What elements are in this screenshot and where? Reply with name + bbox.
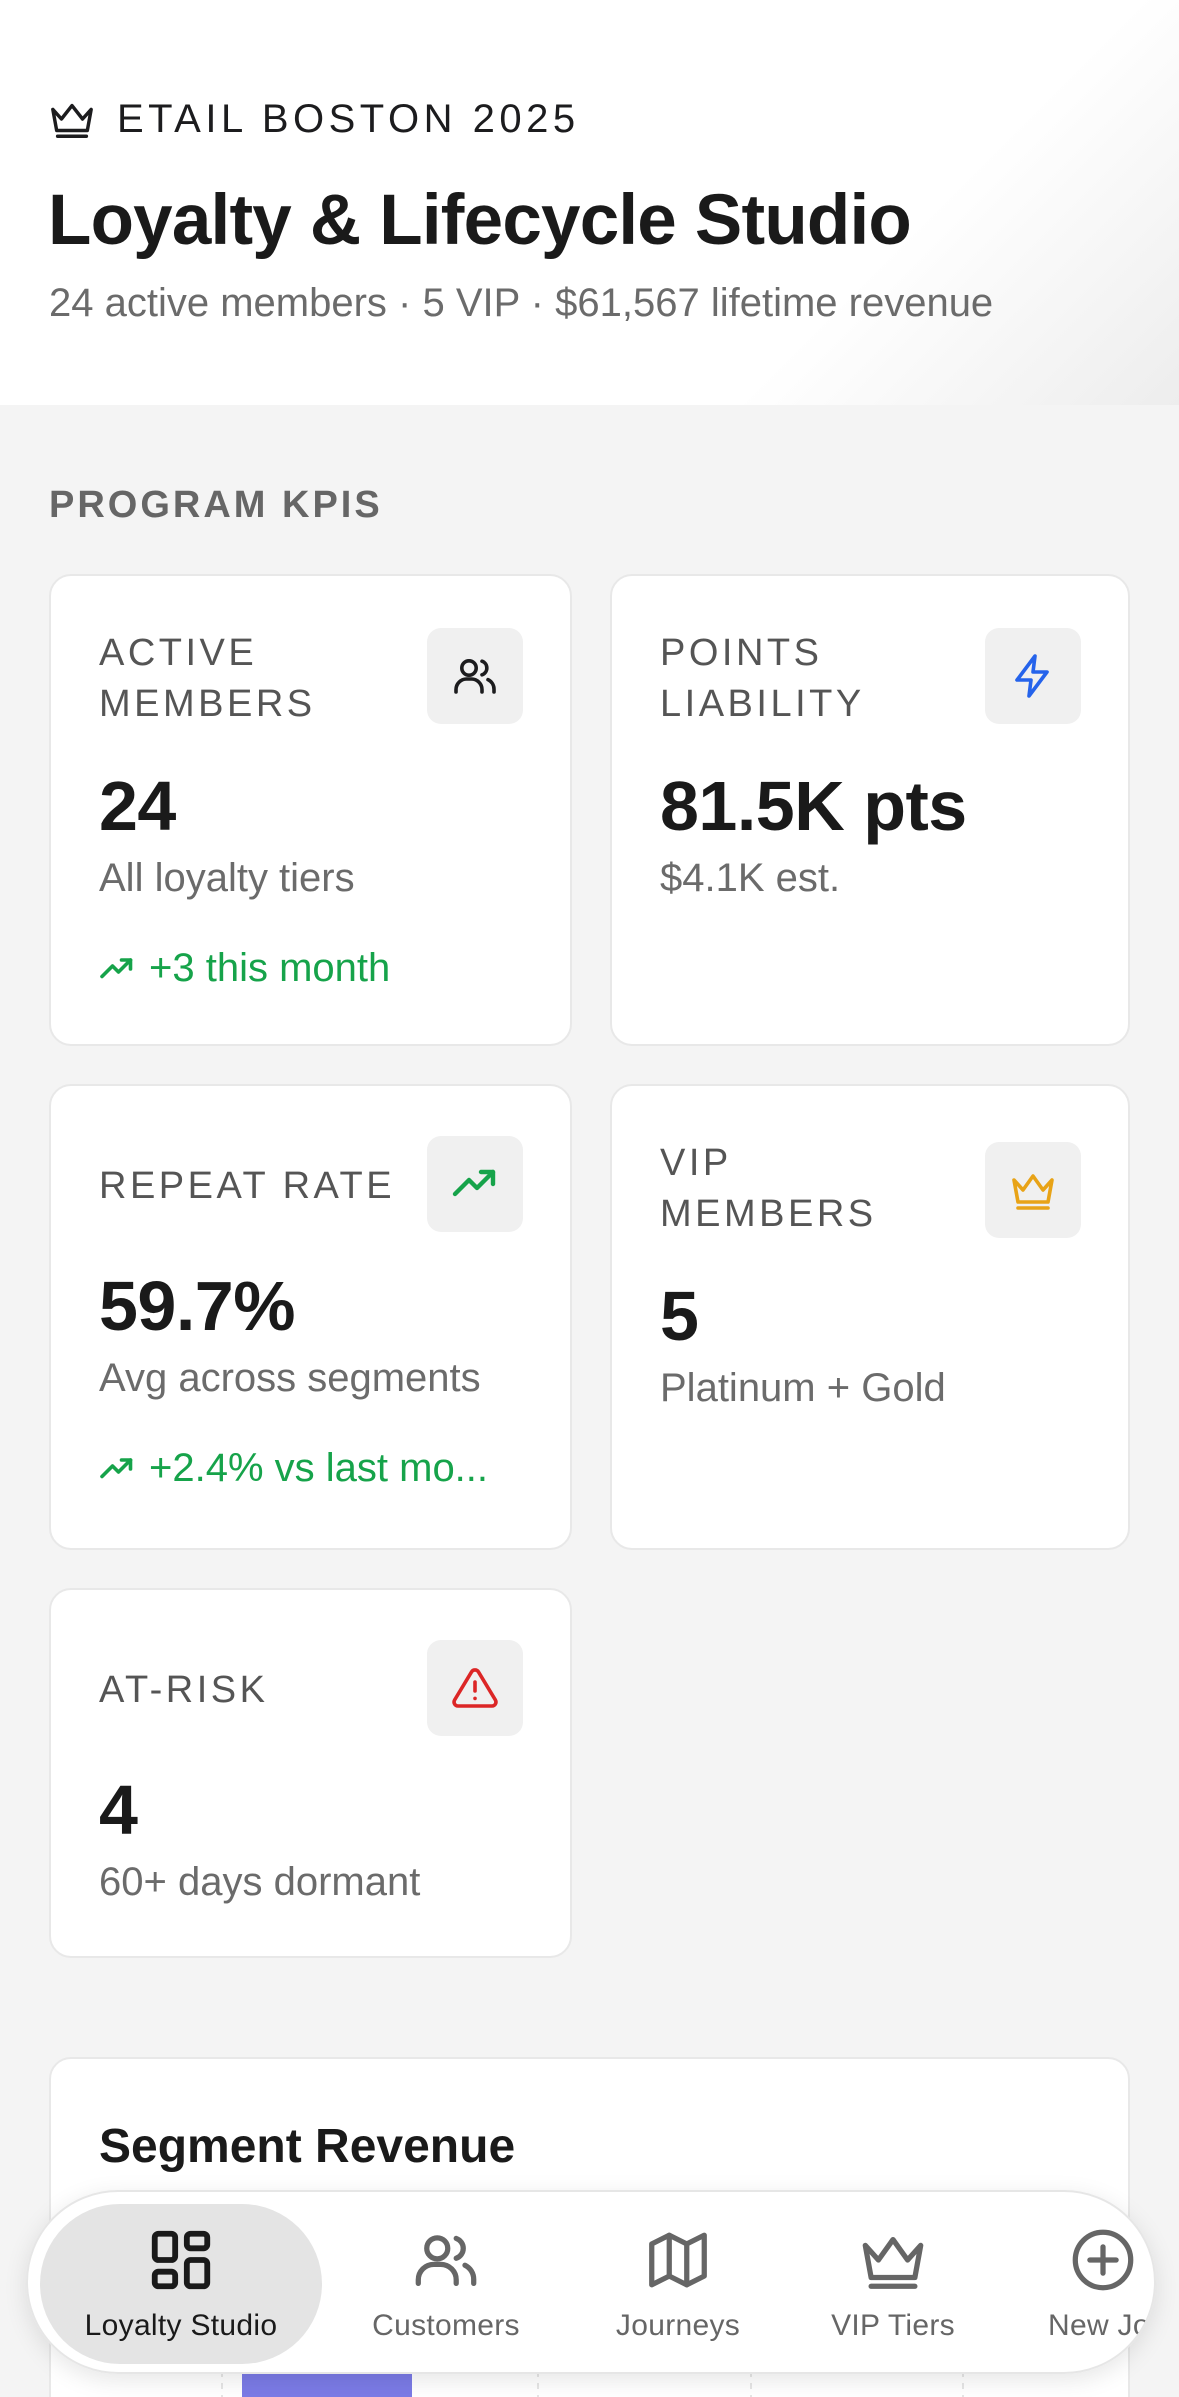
section-label-program-kpis: PROGRAM KPIS: [49, 484, 383, 526]
kpi-label-line: ACTIVE: [99, 632, 258, 674]
trending-up-icon: [100, 957, 133, 978]
crown-icon: [862, 2236, 924, 2289]
users-icon: [454, 659, 496, 694]
alert-triangle-icon: [452, 1668, 498, 1708]
trending-up-icon: [452, 1169, 496, 1197]
kpi-label-line: MEMBERS: [99, 683, 316, 725]
nav-label: Customers: [372, 2309, 520, 2342]
crown-icon: [51, 103, 93, 138]
kpi-card-at-risk[interactable]: AT-RISK 4 60+ days dormant: [49, 1588, 572, 1958]
kpi-value: 4: [99, 1771, 138, 1849]
kpi-subtext: Avg across segments: [99, 1356, 481, 1400]
kpi-trend: +3 this month: [99, 946, 390, 991]
nav-item-customers[interactable]: Customers: [346, 2204, 546, 2364]
chart-bar: [242, 2374, 412, 2397]
nav-item-loyalty-studio[interactable]: Loyalty Studio: [40, 2204, 322, 2364]
page-subtitle: 24 active members · 5 VIP · $61,567 life…: [49, 281, 994, 325]
kpi-value: 81.5K pts: [660, 767, 967, 845]
kpi-card-points-liability[interactable]: POINTS LIABILITY 81.5K pts $4.1K est.: [610, 574, 1130, 1046]
event-eyebrow: ETAIL BOSTON 2025: [49, 96, 580, 142]
kpi-icon-box: [427, 1136, 523, 1232]
kpi-icon-box: [427, 628, 523, 724]
kpi-icon-box: [985, 628, 1081, 724]
kpi-label-line: LIABILITY: [660, 683, 865, 725]
nav-label: Loyalty Studio: [84, 2309, 278, 2342]
kpi-icon-box: [427, 1640, 523, 1736]
map-icon: [649, 2232, 707, 2288]
nav-item-journeys[interactable]: Journeys: [588, 2204, 768, 2364]
nav-item-vip-tiers[interactable]: VIP Tiers: [808, 2204, 978, 2364]
kpi-card-active-members[interactable]: ACTIVE MEMBERS 24 All loyalty tiers +3 t…: [49, 574, 572, 1046]
kpi-label: POINTS LIABILITY: [660, 628, 865, 730]
nav-label: Journeys: [615, 2309, 741, 2342]
zap-icon: [1015, 654, 1049, 698]
page-title: Loyalty & Lifecycle Studio: [48, 181, 912, 260]
event-name: ETAIL BOSTON 2025: [117, 96, 580, 141]
users-icon: [415, 2235, 477, 2286]
kpi-value: 5: [660, 1277, 699, 1355]
kpi-label-line: MEMBERS: [660, 1193, 877, 1235]
kpi-trend-text: +3 this month: [149, 946, 391, 990]
kpi-card-vip-members[interactable]: VIP MEMBERS 5 Platinum + Gold: [610, 1084, 1130, 1550]
nav-item-new-journey[interactable]: New Jo: [1028, 2204, 1154, 2364]
kpi-label: ACTIVE MEMBERS: [99, 628, 316, 730]
plus-circle-icon: [1072, 2229, 1134, 2291]
dashboard-icon: [151, 2230, 211, 2290]
kpi-label-line: VIP: [660, 1142, 732, 1184]
kpi-subtext: 60+ days dormant: [99, 1860, 421, 1904]
kpi-value: 59.7%: [99, 1267, 295, 1345]
kpi-label-line: POINTS: [660, 632, 823, 674]
kpi-trend: +2.4% vs last mo...: [99, 1446, 488, 1491]
kpi-label: VIP MEMBERS: [660, 1138, 877, 1240]
kpi-subtext: $4.1K est.: [660, 856, 841, 900]
kpi-icon-box: [985, 1142, 1081, 1238]
crown-icon: [1012, 1174, 1054, 1210]
kpi-subtext: Platinum + Gold: [660, 1366, 946, 1410]
nav-label: VIP Tiers: [831, 2309, 955, 2342]
kpi-label: REPEAT RATE: [99, 1165, 396, 1207]
page-header: ETAIL BOSTON 2025 Loyalty & Lifecycle St…: [0, 0, 1179, 405]
kpi-value: 24: [99, 767, 176, 845]
kpi-card-repeat-rate[interactable]: REPEAT RATE 59.7% Avg across segments +2…: [49, 1084, 572, 1550]
bottom-navigation: Loyalty Studio Customers Journeys VIP Ti…: [26, 2190, 1156, 2374]
trending-up-icon: [100, 1457, 133, 1478]
kpi-trend-text: +2.4% vs last mo...: [149, 1446, 489, 1490]
kpi-subtext: All loyalty tiers: [99, 856, 355, 900]
kpi-label: AT-RISK: [99, 1669, 269, 1711]
nav-label: New Jo: [1048, 2309, 1150, 2342]
